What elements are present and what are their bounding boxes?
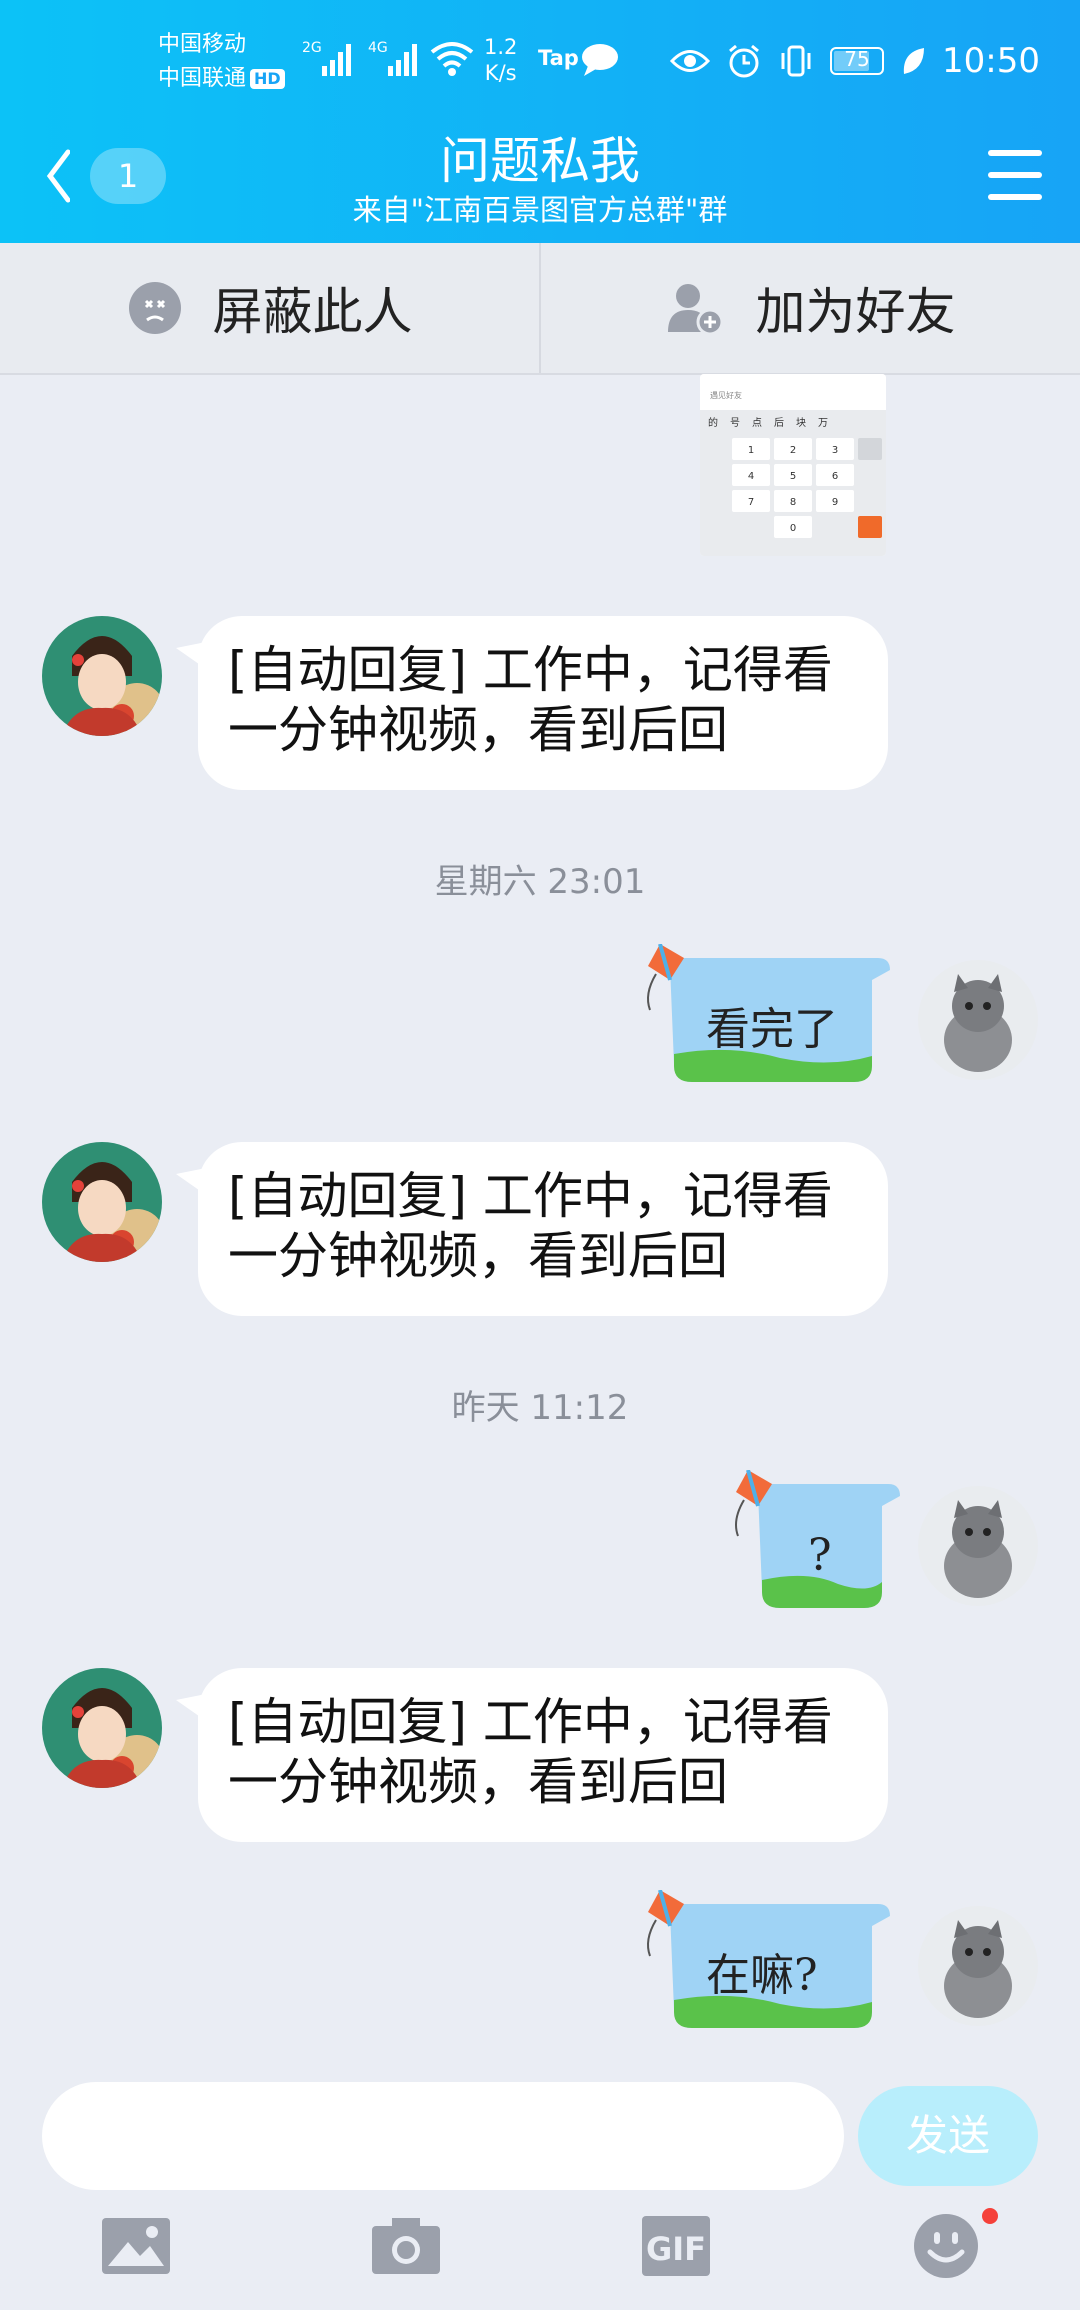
emoji-icon[interactable] — [912, 2212, 980, 2280]
speed-value: 1.2 — [484, 35, 518, 59]
action-bar: 屏蔽此人 加为好友 — [0, 243, 1080, 375]
carrier-1: 中国移动 — [158, 32, 247, 57]
message-text: [自动回复] 工作中，记得看 一分钟视频，看到后回 — [228, 640, 858, 760]
vibrate-icon — [781, 45, 811, 77]
kb-candidate: 号 — [730, 417, 740, 429]
message-line: 一分钟视频，看到后回 — [228, 701, 728, 759]
page-title: 问题私我 — [440, 132, 640, 190]
kb-key: 1 — [748, 445, 754, 456]
camera-icon[interactable] — [370, 2214, 442, 2278]
battery-level: 75 — [844, 47, 870, 71]
message-bubble-incoming[interactable]: [自动回复] 工作中，记得看 一分钟视频，看到后回 — [198, 1668, 888, 1842]
message-line: [自动回复] 工作中，记得看 — [228, 1167, 833, 1225]
message-text: 看完了 — [706, 1004, 838, 1055]
message-line: [自动回复] 工作中，记得看 — [228, 641, 833, 699]
message-line: [自动回复] 工作中，记得看 — [228, 1693, 833, 1751]
message-line: 一分钟视频，看到后回 — [228, 1753, 728, 1811]
message-line: 一分钟视频，看到后回 — [228, 1227, 728, 1285]
block-user-button[interactable]: 屏蔽此人 — [0, 243, 539, 373]
message-bubble-outgoing[interactable]: ? — [728, 1470, 908, 1620]
kb-candidate: 块 — [796, 417, 806, 429]
message-bubble-outgoing[interactable]: 看完了 — [640, 944, 900, 1094]
gif-icon[interactable]: GIF — [640, 2214, 712, 2278]
net-4g-label: 4G — [368, 40, 388, 56]
sender-avatar[interactable] — [42, 1668, 162, 1788]
kb-key: 3 — [832, 445, 838, 456]
timestamp: 星期六 23:01 — [434, 862, 646, 902]
sender-avatar[interactable] — [42, 616, 162, 736]
status-right: 75 10:50 — [670, 36, 1040, 86]
message-text: ? — [808, 1530, 832, 1581]
kb-candidate: 的 — [708, 416, 718, 429]
chat-bubble-icon — [582, 44, 618, 76]
block-icon — [128, 282, 181, 334]
hd-badge: HD — [250, 69, 285, 89]
signal-4g-icon: 4G — [368, 40, 417, 76]
clock: 10:50 — [942, 41, 1040, 81]
kb-key: 2 — [790, 445, 796, 456]
add-friend-button[interactable]: 加为好友 — [541, 243, 1080, 373]
message-text: [自动回复] 工作中，记得看 一分钟视频，看到后回 — [228, 1166, 858, 1286]
kb-field: 遇见好友 — [710, 390, 742, 400]
timestamp: 昨天 11:12 — [451, 1388, 629, 1428]
page-subtitle: 来自"江南百景图官方总群"群 — [352, 193, 728, 227]
kb-key: 9 — [832, 497, 838, 508]
net-2g-label: 2G — [302, 40, 322, 56]
image-icon[interactable] — [100, 2214, 172, 2278]
network-speed: 1.2 K/s — [484, 34, 517, 86]
add-friend-label: 加为好友 — [755, 283, 956, 341]
kb-key: 7 — [748, 497, 754, 508]
my-avatar[interactable] — [918, 960, 1038, 1080]
kb-candidate: 点 — [752, 417, 762, 429]
kb-key: 8 — [790, 497, 796, 508]
carrier-2: 中国联通 — [158, 66, 247, 91]
header-bar: 中国移动 中国联通 HD 2G 4G 1.2 K/s Tap 75 10:50 … — [0, 0, 1080, 243]
kb-key: 6 — [832, 471, 838, 482]
kb-candidate: 万 — [818, 418, 828, 429]
alarm-icon — [729, 44, 759, 78]
tap-label: Tap — [538, 46, 579, 70]
message-text: [自动回复] 工作中，记得看 一分钟视频，看到后回 — [228, 1692, 858, 1812]
message-bubble-outgoing[interactable]: 在嘛? — [640, 1890, 900, 2040]
eye-icon — [670, 50, 711, 72]
message-bubble-incoming[interactable]: [自动回复] 工作中，记得看 一分钟视频，看到后回 — [198, 616, 888, 790]
kb-key: 4 — [748, 471, 754, 482]
sender-avatar[interactable] — [42, 1142, 162, 1262]
my-avatar[interactable] — [918, 1906, 1038, 2026]
keyboard-screenshot: 遇见好友 的 号 点 后 块 万 1 2 3 4 5 6 7 8 9 0 — [700, 374, 886, 556]
leaf-icon — [903, 48, 925, 74]
signal-2g-icon: 2G — [302, 40, 351, 76]
message-text: 在嘛? — [706, 1950, 818, 2001]
gif-label: GIF — [646, 2230, 706, 2268]
carrier-info: 中国移动 中国联通 HD — [158, 28, 285, 96]
send-button[interactable]: 发送 — [858, 2086, 1038, 2186]
image-message-keyboard-screenshot[interactable]: 遇见好友 的 号 点 后 块 万 1 2 3 4 5 6 7 8 9 0 — [700, 374, 886, 556]
block-user-label: 屏蔽此人 — [212, 283, 413, 341]
my-avatar[interactable] — [918, 1486, 1038, 1606]
menu-icon[interactable] — [988, 150, 1042, 200]
wifi-icon — [430, 42, 474, 76]
speed-unit: K/s — [484, 61, 517, 85]
message-bubble-incoming[interactable]: [自动回复] 工作中，记得看 一分钟视频，看到后回 — [198, 1142, 888, 1316]
message-input[interactable] — [42, 2082, 844, 2190]
notification-dot — [982, 2208, 998, 2224]
battery-icon: 75 — [830, 47, 885, 75]
kb-key: 5 — [790, 471, 796, 482]
kb-key: 0 — [790, 523, 796, 534]
kb-candidate: 后 — [774, 417, 784, 429]
add-friend-icon — [667, 284, 723, 336]
